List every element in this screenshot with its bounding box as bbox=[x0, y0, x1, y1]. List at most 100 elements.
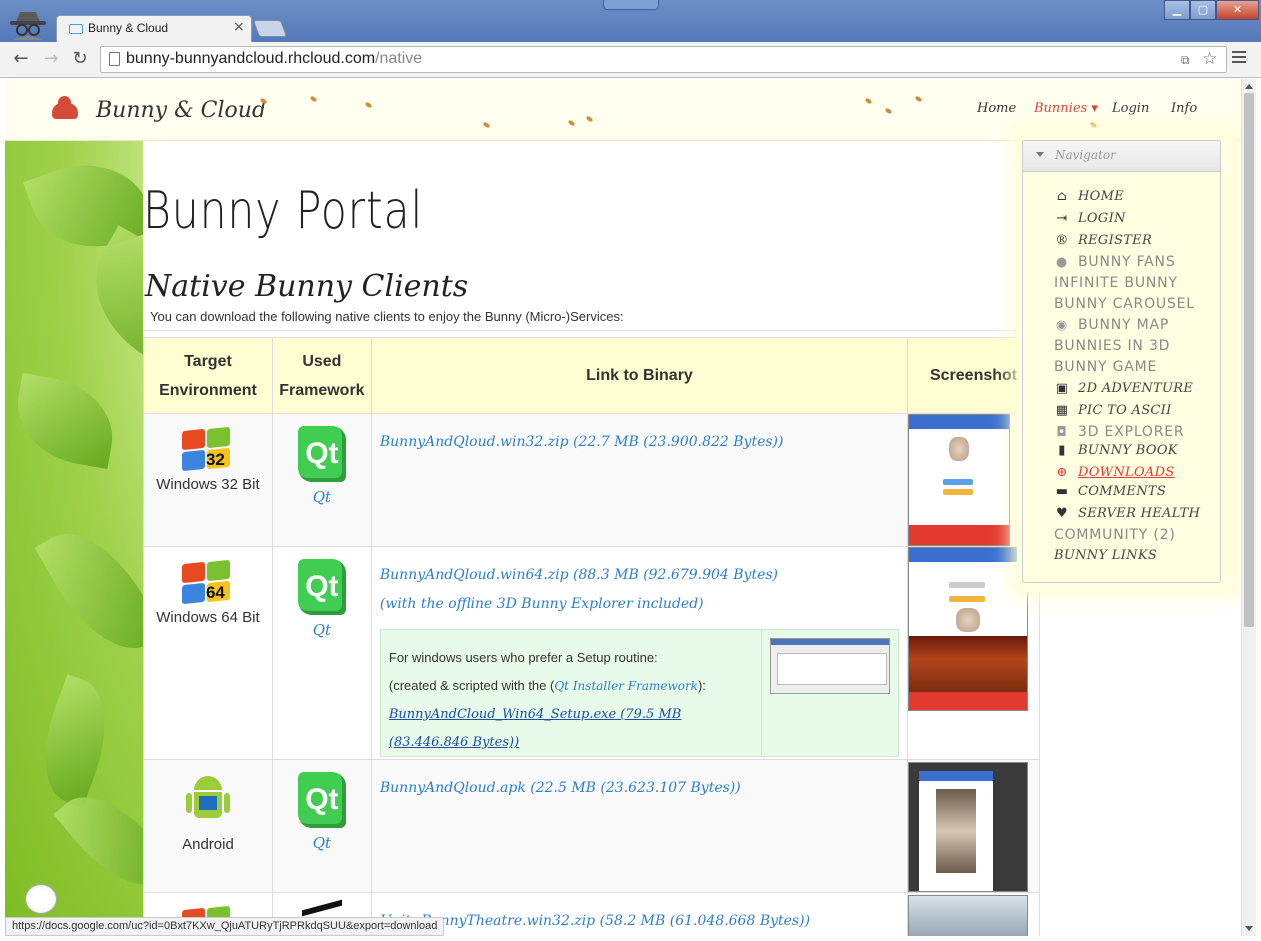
browser-titlebar: Bunny & Cloud × ▁ ▢ ✕ bbox=[0, 0, 1261, 42]
map-marker-icon: ◉ bbox=[1055, 318, 1069, 333]
new-tab-button[interactable] bbox=[252, 20, 288, 37]
menu-item-pic-to-ascii[interactable]: ▦ PIC TO ASCII bbox=[1054, 403, 1172, 418]
menu-item-server-health[interactable]: ♥ SERVER HEALTH bbox=[1054, 506, 1200, 521]
scroll-thumb[interactable] bbox=[1244, 93, 1254, 627]
binary-download-note[interactable]: (with the offline 3D Bunny Explorer incl… bbox=[380, 596, 704, 612]
qrcode-icon: ▦ bbox=[1055, 403, 1069, 418]
os-cell: 64 Windows 64 Bit bbox=[143, 546, 273, 760]
menu-item-bunny-game[interactable]: BUNNY GAME bbox=[1054, 359, 1157, 375]
nav-info[interactable]: Info bbox=[1171, 101, 1197, 116]
menu-item-bunny-carousel[interactable]: BUNNY CAROUSEL bbox=[1054, 296, 1195, 312]
screenshot-cell bbox=[907, 892, 1040, 936]
tab-close-button[interactable]: × bbox=[233, 19, 245, 35]
menu-item-bunny-fans[interactable]: ● BUNNY FANS bbox=[1054, 254, 1176, 270]
framework-cell: Qt Qt bbox=[271, 546, 372, 760]
menu-item-bunnies-in-3d[interactable]: BUNNIES IN 3D bbox=[1054, 338, 1170, 354]
binary-download-link[interactable]: Unity.BunnyTheatre.win32.zip (58.2 MB (6… bbox=[380, 913, 810, 929]
navigator-header[interactable]: Navigator bbox=[1022, 140, 1221, 172]
divider bbox=[143, 330, 1040, 331]
framework-link[interactable]: Qt bbox=[273, 834, 371, 852]
screenshot-thumbnail[interactable] bbox=[908, 414, 1011, 546]
screenshot-thumbnail[interactable] bbox=[908, 895, 1029, 936]
clients-table: Target Environment Used Framework Link t… bbox=[143, 337, 1040, 936]
scroll-down-arrow-icon[interactable] bbox=[1245, 926, 1253, 931]
menu-item-login[interactable]: ⇥ LOGIN bbox=[1054, 211, 1126, 226]
scroll-up-arrow-icon[interactable] bbox=[1245, 84, 1253, 89]
setup-line2: (created & scripted with the (Qt Install… bbox=[388, 678, 706, 693]
link-cell: BunnyAndQloud.win64.zip (88.3 MB (92.679… bbox=[370, 546, 909, 760]
envelope-icon bbox=[69, 24, 83, 34]
setup-download-link[interactable]: BunnyAndCloud_Win64_Setup.exe (79.5 MB (… bbox=[389, 707, 681, 750]
chrome-menu-icon[interactable] bbox=[1232, 51, 1246, 65]
setup-text: For windows users who prefer a Setup rou… bbox=[389, 644, 759, 756]
book-icon: ▮ bbox=[1058, 443, 1066, 458]
menu-item-community[interactable]: COMMUNITY (2) bbox=[1054, 527, 1176, 543]
binary-download-link[interactable]: BunnyAndQloud.win32.zip (22.7 MB (23.900… bbox=[380, 434, 784, 450]
table-header-row: Target Environment Used Framework Link t… bbox=[143, 337, 1040, 414]
user-icon: ● bbox=[1055, 255, 1069, 270]
page-viewport: Bunny & Cloud Home Bunnies ▾ Login Info … bbox=[5, 79, 1241, 936]
page-icon bbox=[109, 52, 120, 66]
window-grip bbox=[603, 0, 659, 10]
menu-item-downloads[interactable]: ⊕ DOWNLOADS bbox=[1054, 465, 1175, 480]
link-cell: BunnyAndQloud.win32.zip (22.7 MB (23.900… bbox=[370, 413, 909, 547]
setup-screenshot-thumbnail[interactable] bbox=[769, 638, 890, 694]
camera-icon: ◘ bbox=[1056, 425, 1068, 440]
os-cell: 32 Windows 32 Bit bbox=[143, 413, 273, 547]
framework-link[interactable]: Qt bbox=[273, 488, 371, 506]
address-bar[interactable]: bunny-bunnyandcloud.rhcloud.com/native ⧉… bbox=[100, 46, 1227, 73]
menu-item-register[interactable]: ® REGISTER bbox=[1054, 233, 1152, 248]
framework-cell: Qt Qt bbox=[271, 413, 372, 547]
menu-item-comments[interactable]: ▬ COMMENTS bbox=[1054, 484, 1166, 499]
tab-title: Bunny & Cloud bbox=[88, 21, 169, 35]
url-text: bunny-bunnyandcloud.rhcloud.com/native bbox=[126, 50, 423, 67]
brand-name[interactable]: Bunny & Cloud bbox=[96, 98, 266, 123]
header-link-to-binary: Link to Binary bbox=[370, 337, 909, 414]
screenshot-thumbnail[interactable] bbox=[908, 762, 1029, 892]
nav-home[interactable]: Home bbox=[977, 101, 1016, 116]
forward-button[interactable]: → bbox=[40, 48, 62, 70]
qt-logo-icon: Qt bbox=[297, 772, 346, 828]
picture-icon: ▣ bbox=[1055, 381, 1069, 396]
comment-icon: ▬ bbox=[1055, 484, 1069, 499]
download-icon: ⊕ bbox=[1056, 465, 1068, 480]
section-title: Native Bunny Clients bbox=[145, 269, 469, 304]
close-window-button[interactable]: ✕ bbox=[1216, 0, 1259, 20]
nav-bunnies[interactable]: Bunnies ▾ bbox=[1034, 101, 1098, 116]
maximize-button[interactable]: ▢ bbox=[1190, 0, 1216, 20]
menu-item-bunny-links[interactable]: BUNNY LINKS bbox=[1054, 548, 1157, 563]
setup-divider bbox=[760, 630, 762, 756]
translate-icon[interactable]: ⧉ bbox=[1181, 53, 1190, 68]
sign-in-icon: ⇥ bbox=[1056, 211, 1068, 226]
menu-item-bunny-book[interactable]: ▮ BUNNY BOOK bbox=[1054, 443, 1178, 458]
browser-toolbar: ← → ↻ bunny-bunnyandcloud.rhcloud.com/na… bbox=[0, 42, 1261, 78]
navigator-dropdown: Navigator ⌂ HOME ⇥ LOGIN ® REGISTER ● BUNNY … bbox=[1017, 130, 1235, 592]
registered-icon: ® bbox=[1055, 233, 1069, 248]
back-button[interactable]: ← bbox=[10, 48, 32, 70]
vertical-scrollbar[interactable] bbox=[1241, 79, 1256, 936]
screenshot-cell bbox=[907, 759, 1040, 893]
menu-item-bunny-map[interactable]: ◉ BUNNY MAP bbox=[1054, 317, 1169, 333]
cloud-logo-icon bbox=[52, 96, 78, 119]
binary-download-link[interactable]: BunnyAndQloud.apk (22.5 MB (23.623.107 B… bbox=[380, 780, 741, 796]
binary-download-link[interactable]: BunnyAndQloud.win64.zip (88.3 MB (92.679… bbox=[380, 567, 778, 583]
browser-tab[interactable]: Bunny & Cloud × bbox=[56, 15, 252, 42]
status-bar: https://docs.google.com/uc?id=0Bxt7KXw_Q… bbox=[5, 917, 445, 936]
reload-button[interactable]: ↻ bbox=[69, 48, 91, 70]
setup-line1: For windows users who prefer a Setup rou… bbox=[388, 650, 658, 665]
menu-item-infinite-bunny[interactable]: INFINITE BUNNY bbox=[1054, 275, 1178, 291]
screenshot-thumbnail[interactable] bbox=[908, 547, 1029, 711]
header-used-framework: Used Framework bbox=[271, 337, 372, 414]
menu-item-home[interactable]: ⌂ HOME bbox=[1054, 189, 1124, 204]
framework-link[interactable]: Qt bbox=[273, 621, 371, 639]
navigator-menu: ⌂ HOME ⇥ LOGIN ® REGISTER ● BUNNY FANS INFIN… bbox=[1022, 171, 1221, 583]
nav-login[interactable]: Login bbox=[1112, 101, 1149, 116]
windows-logo-icon: 32 bbox=[181, 426, 234, 472]
navigator-title: Navigator bbox=[1055, 148, 1116, 162]
qt-installer-link[interactable]: Qt Installer Framework bbox=[554, 679, 698, 693]
minimize-button[interactable]: ▁ bbox=[1164, 0, 1190, 20]
bookmark-star-icon[interactable]: ☆ bbox=[1202, 49, 1217, 69]
qt-logo-icon: Qt bbox=[297, 426, 346, 482]
menu-item-2d-adventure[interactable]: ▣ 2D ADVENTURE bbox=[1054, 381, 1193, 396]
menu-item-3d-explorer[interactable]: ◘ 3D EXPLORER bbox=[1054, 424, 1184, 440]
